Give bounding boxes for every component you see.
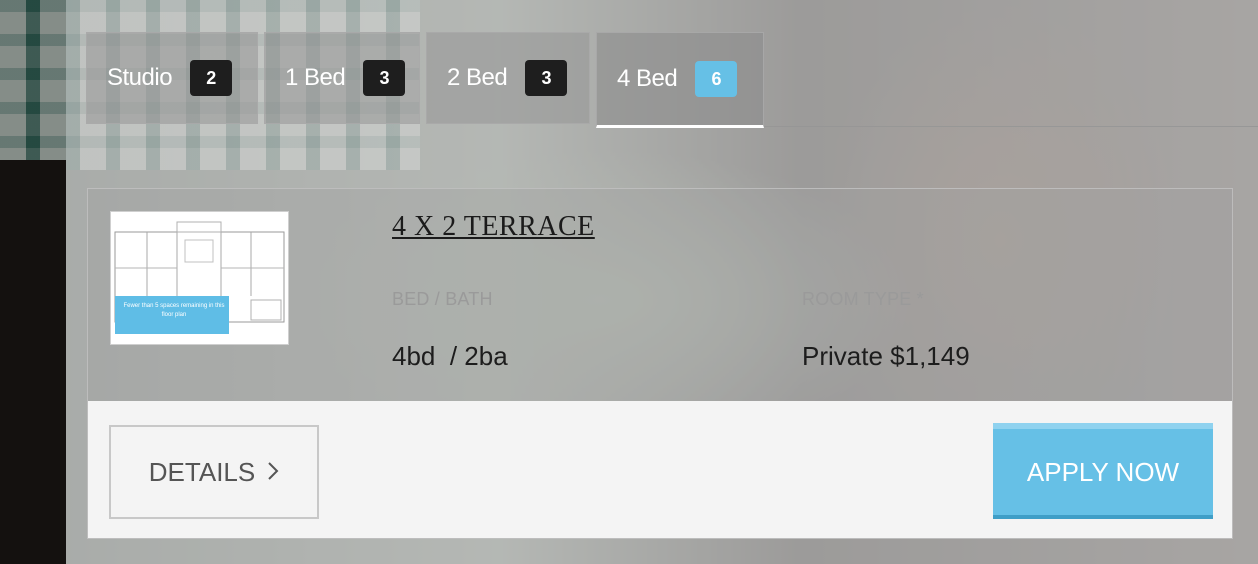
apply-now-button[interactable]: APPLY NOW (993, 423, 1213, 519)
room-type-label: ROOM TYPE * (802, 289, 924, 309)
floor-plan-title[interactable]: 4 X 2 TERRACE (392, 211, 595, 243)
tab-count-badge: 3 (363, 60, 406, 96)
tabs-divider (764, 126, 1258, 127)
floor-plan-actions: DETAILS APPLY NOW (88, 401, 1232, 538)
details-button[interactable]: DETAILS (109, 425, 319, 519)
room-type-value: Private $1,149 (802, 341, 970, 371)
availability-caption: Fewer than 5 spaces remaining in this fl… (123, 303, 225, 318)
tab-count-badge: 2 (190, 60, 233, 96)
tab-label: 4 Bed (617, 65, 678, 92)
floor-plan-thumbnail[interactable]: Fewer than 5 spaces remaining in this fl… (110, 211, 289, 345)
tab-label: 2 Bed (447, 64, 508, 91)
floor-plan-info: Fewer than 5 spaces remaining in this fl… (88, 189, 1232, 401)
details-button-label: DETAILS (148, 456, 256, 487)
floor-plan-card: Fewer than 5 spaces remaining in this fl… (87, 188, 1233, 539)
floor-plan-drawing (114, 221, 285, 334)
tab-4-bed[interactable]: 4 Bed 6 (596, 32, 764, 128)
tab-2-bed[interactable]: 2 Bed 3 (426, 32, 590, 124)
tab-label: Studio (107, 64, 173, 91)
tab-studio[interactable]: Studio 2 (86, 32, 258, 124)
tab-count-badge: 6 (695, 61, 738, 97)
bed-bath-label: BED / BATH (392, 289, 493, 309)
background-photo-left (0, 160, 66, 564)
tab-1-bed[interactable]: 1 Bed 3 (264, 32, 420, 124)
chevron-right-icon (267, 457, 279, 488)
tab-label: 1 Bed (285, 64, 346, 91)
bed-bath-value: 4bd / 2ba (392, 341, 508, 371)
tab-count-badge: 3 (525, 60, 568, 96)
